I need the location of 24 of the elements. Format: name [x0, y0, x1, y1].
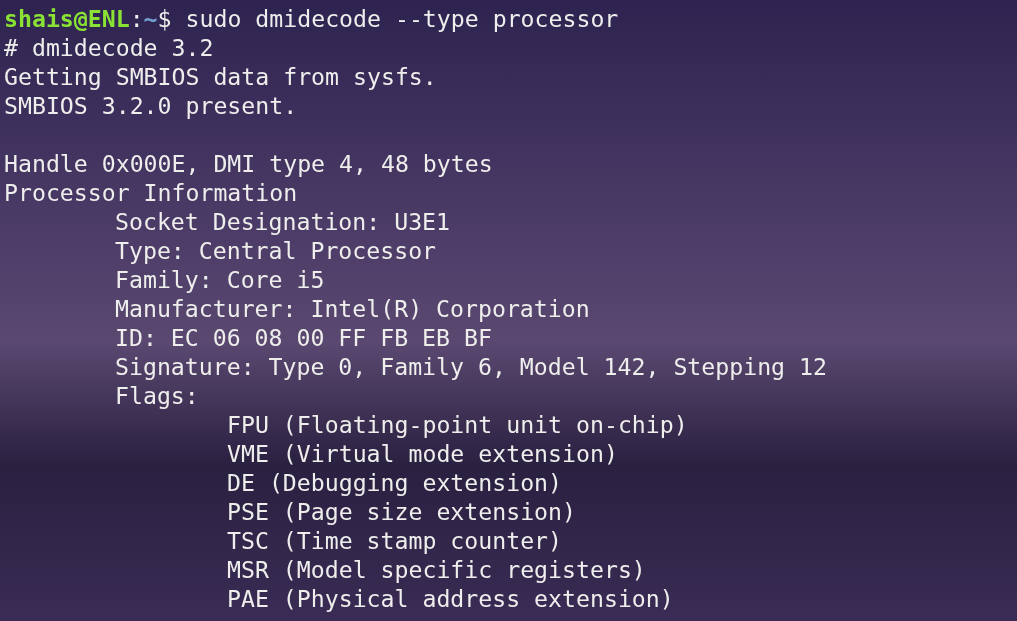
output-line: # dmidecode 3.2	[4, 33, 214, 62]
prompt-path: ~	[143, 4, 158, 33]
output-line: DE (Debugging extension)	[227, 468, 563, 497]
output-line: Family: Core i5	[115, 265, 325, 294]
output-line: ID: EC 06 08 00 FF FB EB BF	[115, 323, 492, 352]
output-line: PAE (Physical address extension)	[227, 584, 674, 613]
prompt-user-host: shais@ENL	[4, 4, 130, 33]
output-line: Type: Central Processor	[115, 236, 437, 265]
output-line: Socket Designation: U3E1	[115, 207, 451, 236]
output-line: Handle 0x000E, DMI type 4, 48 bytes	[4, 149, 493, 178]
output-line: TSC (Time stamp counter)	[227, 526, 563, 555]
output-line: Processor Information	[4, 178, 298, 207]
command-text: sudo dmidecode --type processor	[185, 4, 619, 33]
prompt-symbol: $	[157, 4, 172, 33]
output-line: Flags:	[115, 381, 199, 410]
output-line: FPU (Floating-point unit on-chip)	[227, 410, 688, 439]
output-line: Getting SMBIOS data from sysfs.	[4, 62, 437, 91]
output-line: VME (Virtual mode extension)	[227, 439, 618, 468]
output-line: SMBIOS 3.2.0 present.	[4, 91, 298, 120]
output-line: MSR (Model specific registers)	[227, 555, 646, 584]
output-line: Signature: Type 0, Family 6, Model 142, Stepping 12	[115, 352, 827, 381]
prompt-separator: :	[129, 4, 144, 33]
output-line: PSE (Page size extension)	[227, 497, 576, 526]
output-line: Manufacturer: Intel(R) Corporation	[115, 294, 590, 323]
